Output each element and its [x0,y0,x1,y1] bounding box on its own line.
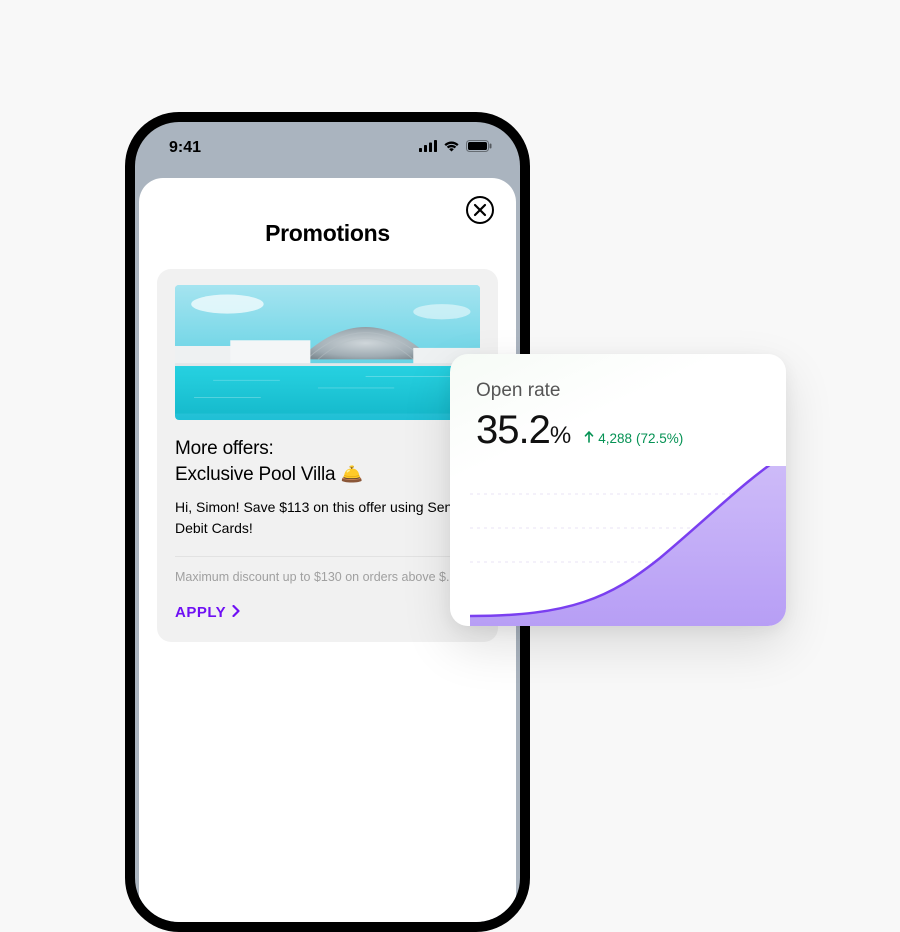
status-time: 9:41 [169,139,201,157]
apply-label: APPLY [175,604,226,621]
stat-unit: % [550,422,570,449]
apply-button[interactable]: APPLY [175,604,240,621]
wifi-icon [443,139,460,157]
signal-icon [419,139,437,157]
delta-pct: (72.5%) [636,431,683,446]
open-rate-card: Open rate 35.2% 4,288 (72.5%) [450,354,786,626]
battery-icon [466,139,492,157]
bell-icon: 🛎️ [341,464,363,484]
status-bar: 9:41 [135,122,520,174]
stat-delta: 4,288 (72.5%) [584,431,683,446]
promo-note: Maximum discount up to $130 on orders ab… [175,569,480,587]
promo-heading-line1: More offers: [175,438,274,459]
divider [175,556,480,557]
promo-heading-line2: Exclusive Pool Villa [175,464,335,485]
chevron-right-icon [232,604,240,621]
stat-label: Open rate [476,380,760,402]
arrow-up-icon [584,431,594,446]
close-icon [465,195,495,230]
close-button[interactable] [464,196,496,228]
promo-body: Hi, Simon! Save $113 on this offer using… [175,497,480,538]
promo-heading: More offers: Exclusive Pool Villa 🛎️ [175,436,480,487]
open-rate-chart [450,466,786,626]
status-icons [419,139,492,157]
page-title: Promotions [157,220,498,247]
stat-row: 35.2% 4,288 (72.5%) [476,408,760,453]
promo-card: More offers: Exclusive Pool Villa 🛎️ Hi,… [157,269,498,642]
stat-number: 35.2 [476,408,550,452]
stat-value: 35.2% [476,408,570,453]
promo-image [175,285,480,420]
delta-count: 4,288 [598,431,632,446]
